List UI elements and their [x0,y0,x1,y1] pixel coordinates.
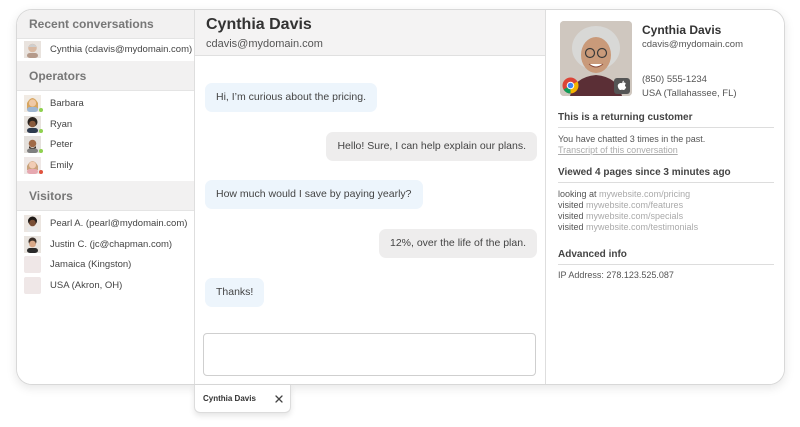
avatar [24,235,41,253]
avatar [24,156,43,174]
visitor-photo [560,21,632,96]
avatar [24,215,41,233]
list-item-label: Pearl A. (pearl@mydomain.com) [50,218,188,230]
operator-message: Hello! Sure, I can help explain our plan… [326,132,537,161]
page-visit-item: looking at mywebsite.com/pricing [558,189,690,199]
visitor-email: cdavis@mydomain.com [642,39,743,50]
conversation-title: Cynthia Davis [206,16,312,33]
message-composer-input[interactable] [203,333,536,376]
page-visit-item: visited mywebsite.com/features [558,200,683,210]
page-visit-item: visited mywebsite.com/testimonials [558,222,698,232]
away-status-indicator [39,169,43,174]
visitor-message: Hi, I’m curious about the pricing. [205,83,377,112]
operator-item-peter[interactable]: Peter [17,135,194,156]
operator-item-ryan[interactable]: Ryan [17,114,194,135]
chat-app-window: Recent conversations Cynthia (cdavis@myd… [16,9,785,385]
conversation-email: cdavis@mydomain.com [206,38,323,50]
page-visit-action: visited [558,200,584,210]
page-url[interactable]: mywebsite.com/specials [586,211,683,221]
visitor-message: How much would I save by paying yearly? [205,180,423,209]
list-item-label: Cynthia (cdavis@mydomain.com) [50,43,193,55]
visitor-phone: (850) 555-1234 [642,74,707,85]
chrome-icon [562,77,579,94]
advanced-info-heading: Advanced info [558,249,774,265]
list-item-label: Barbara [50,98,84,110]
page-url[interactable]: mywebsite.com/features [586,200,683,210]
visitor-message: Thanks! [205,278,265,307]
visitor-location: USA (Tallahassee, FL) [642,88,737,99]
chat-tab[interactable]: Cynthia Davis [194,385,291,413]
chat-history-text: You have chatted 3 times in the past. [558,134,706,144]
returning-customer-heading: This is a returning customer [558,112,774,128]
recent-conversation-item[interactable]: Cynthia (cdavis@mydomain.com) [17,39,194,60]
page-url[interactable]: mywebsite.com/pricing [599,189,690,199]
online-status-indicator [39,149,43,154]
list-item-label: Emily [50,159,74,171]
online-status-indicator [39,128,43,133]
transcript-link[interactable]: Transcript of this conversation [558,145,678,155]
avatar-placeholder [24,276,41,294]
operator-item-emily[interactable]: Emily [17,155,194,176]
online-status-indicator [39,108,43,113]
conversation-panel: Cynthia Davis cdavis@mydomain.com Hi, I’… [195,10,545,384]
visitor-name: Cynthia Davis [642,23,722,37]
recent-conversations-heading: Recent conversations [17,10,194,39]
apple-icon [614,78,631,95]
list-item-label: Jamaica (Kingston) [50,259,132,271]
operator-message: 12%, over the life of the plan. [378,229,537,258]
operator-item-barbara[interactable]: Barbara [17,94,194,115]
page-visit-action: visited [558,222,584,232]
visitor-item-jamaica[interactable]: Jamaica (Kingston) [17,255,194,276]
list-item-label: Peter [50,139,73,151]
visitor-details-panel: Cynthia Davis cdavis@mydomain.com (850) … [545,10,784,384]
page-visit-item: visited mywebsite.com/specials [558,211,683,221]
visitor-item-pearl[interactable]: Pearl A. (pearl@mydomain.com) [17,214,194,235]
visitors-heading: Visitors [17,180,194,211]
avatar [24,115,43,133]
list-item-label: Ryan [50,118,73,130]
left-sidebar: Recent conversations Cynthia (cdavis@myd… [17,10,195,384]
avatar [24,136,43,154]
page-visit-action: visited [558,211,584,221]
list-item-label: USA (Akron, OH) [50,279,123,291]
visitor-item-justin[interactable]: Justin C. (jc@chapman.com) [17,234,194,255]
conversation-header: Cynthia Davis cdavis@mydomain.com [195,10,545,56]
page-url[interactable]: mywebsite.com/testimonials [586,222,698,232]
visitor-item-usa[interactable]: USA (Akron, OH) [17,275,194,296]
ip-address: IP Address: 278.123.525.087 [558,270,674,280]
list-item-label: Justin C. (jc@chapman.com) [50,238,173,250]
avatar-placeholder [24,256,41,274]
operators-heading: Operators [17,60,194,91]
avatar [24,95,43,113]
page-visit-action: looking at [558,189,597,199]
avatar [24,40,41,58]
viewed-pages-heading: Viewed 4 pages since 3 minutes ago [558,167,774,183]
close-icon[interactable] [273,392,285,404]
chat-tab-title: Cynthia Davis [203,394,256,403]
